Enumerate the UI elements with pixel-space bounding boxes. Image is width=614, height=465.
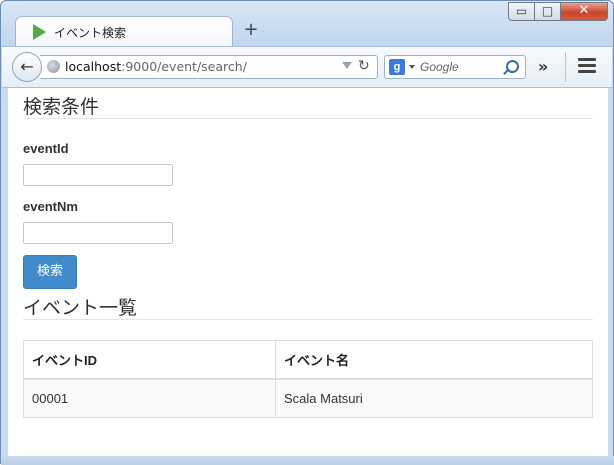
search-bar[interactable]: g Google — [384, 55, 526, 79]
close-window-button[interactable]: ✕ — [560, 2, 608, 21]
browser-window: ▭ □ ✕ イベント検索 + localhost:9000/event/sear… — [0, 0, 614, 465]
maximize-button[interactable]: □ — [534, 2, 561, 21]
search-engine-dropdown-icon[interactable] — [409, 65, 415, 69]
url-path: :9000/event/search/ — [121, 59, 247, 74]
event-nm-input[interactable] — [23, 222, 173, 244]
reload-icon[interactable]: ↻ — [358, 58, 370, 74]
minimize-button[interactable]: ▭ — [508, 2, 535, 21]
event-nm-label: eventNm — [23, 199, 78, 214]
heading-divider — [23, 118, 593, 119]
column-header-event-id: イベントID — [23, 340, 276, 380]
toolbar-separator — [565, 52, 566, 82]
event-id-cell: 00001 — [23, 378, 276, 418]
overflow-chevron-icon[interactable]: » — [538, 57, 548, 76]
play-icon — [33, 24, 46, 40]
url-bar[interactable]: localhost:9000/event/search/ ↻ — [40, 55, 378, 79]
event-table: イベントID イベント名 00001 Scala Matsuri — [23, 340, 593, 418]
page-content: 検索条件 eventId eventNm 検索 イベント一覧 イベントID イベ… — [8, 88, 608, 456]
navigation-toolbar: localhost:9000/event/search/ ↻ ← g Googl… — [2, 46, 612, 88]
globe-icon — [47, 60, 60, 73]
google-icon[interactable]: g — [389, 59, 405, 75]
search-conditions-heading: 検索条件 — [23, 96, 100, 118]
tab-title: イベント検索 — [54, 26, 127, 40]
list-divider — [23, 319, 593, 320]
url-host: localhost — [65, 59, 122, 74]
event-id-input[interactable] — [23, 164, 173, 186]
url-text[interactable]: localhost:9000/event/search/ — [65, 59, 247, 74]
table-row: 00001 Scala Matsuri — [23, 378, 593, 418]
search-button[interactable]: 検索 — [23, 255, 77, 289]
browser-tab[interactable]: イベント検索 — [15, 16, 233, 46]
event-id-label: eventId — [23, 141, 69, 156]
new-tab-button[interactable]: + — [242, 20, 260, 40]
search-placeholder: Google — [420, 60, 459, 74]
url-history-dropdown-icon[interactable] — [342, 62, 352, 69]
magnifier-icon[interactable] — [506, 60, 519, 73]
hamburger-menu-icon[interactable] — [578, 58, 596, 74]
event-name-cell: Scala Matsuri — [275, 378, 593, 418]
column-header-event-name: イベント名 — [275, 340, 593, 380]
event-list-heading: イベント一覧 — [23, 297, 138, 319]
table-header-row: イベントID イベント名 — [23, 340, 593, 380]
back-button[interactable]: ← — [12, 52, 42, 82]
